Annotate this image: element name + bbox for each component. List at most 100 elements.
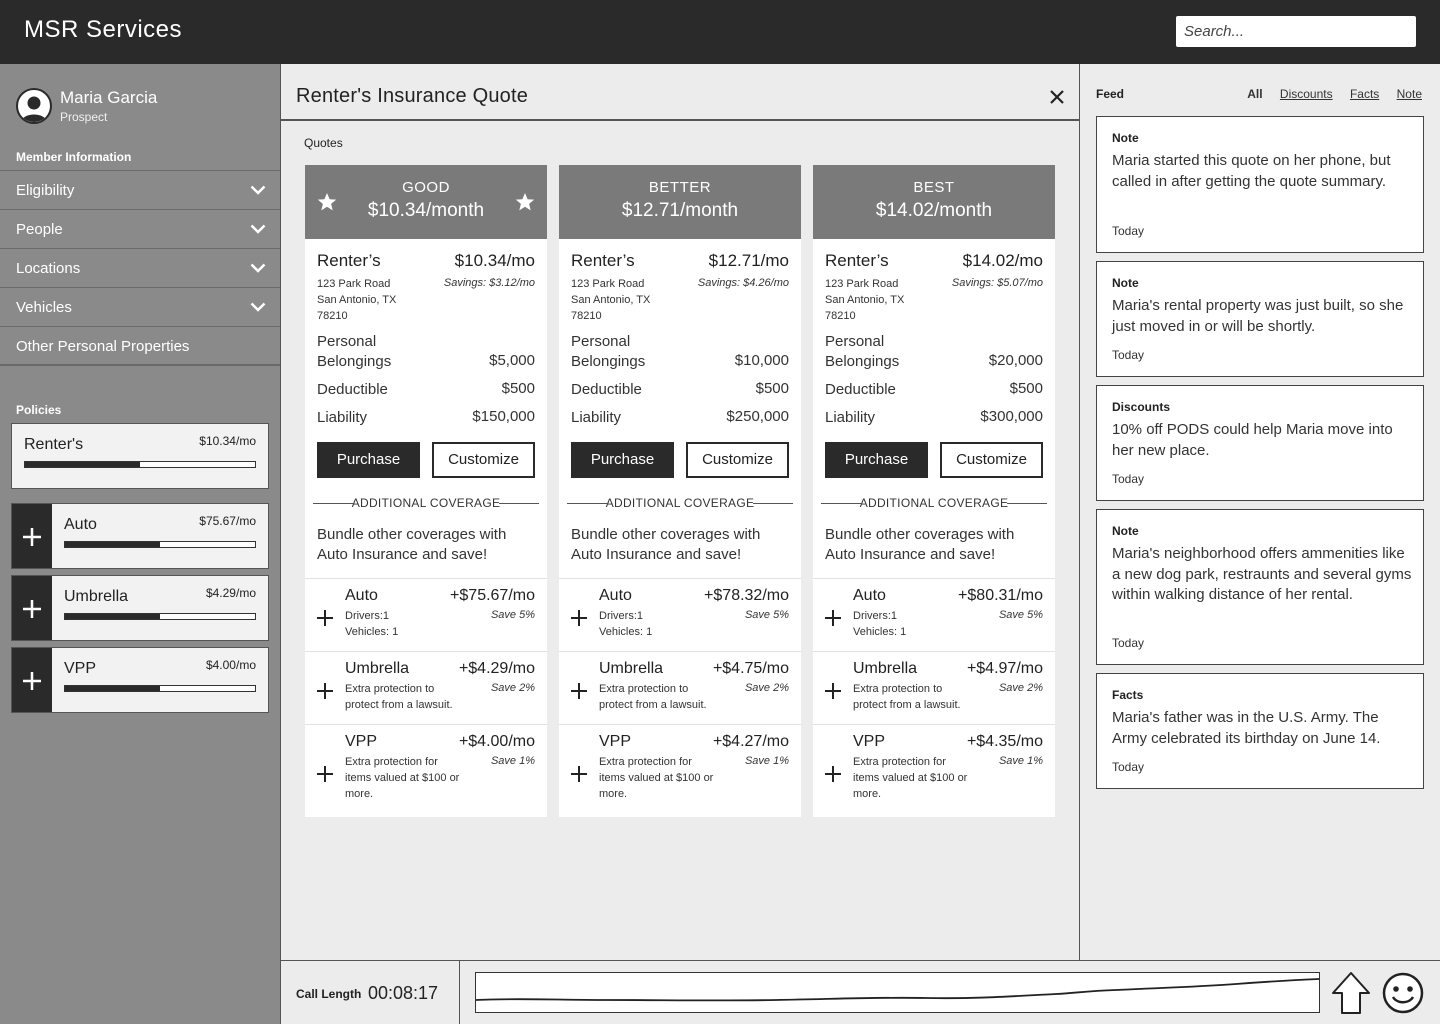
policy-name: Renter’s xyxy=(571,251,635,270)
savings-text: Savings: $4.26/mo xyxy=(697,277,789,289)
feed-item-type: Note xyxy=(1112,276,1139,290)
policy-progress-bar xyxy=(64,685,256,692)
coverage-auto[interactable]: Auto +$78.32/mo Drivers:1 Vehicles: 1 Save … xyxy=(559,578,801,651)
deductible-label: Deductible xyxy=(317,381,388,398)
coverage-vpp[interactable]: VPP +$4.35/mo Extra protection for items v… xyxy=(813,724,1055,817)
coverage-description: Extra protection to protect from a lawsu… xyxy=(345,683,453,711)
tab-note[interactable]: Note xyxy=(1397,87,1422,101)
sidebar-item-label: Locations xyxy=(16,260,81,277)
feed-item[interactable]: Facts Maria's father was in the U.S. Arm… xyxy=(1096,673,1424,789)
close-icon[interactable] xyxy=(1049,89,1065,105)
add-policy-button[interactable] xyxy=(12,576,52,640)
feed-item[interactable]: Note Maria's neighborhood offers ammenit… xyxy=(1096,509,1424,665)
bundle-text: Bundle other coverages with Auto Insuran… xyxy=(317,526,507,563)
feed-item-text: Maria started this quote on her phone, b… xyxy=(1112,152,1391,190)
coverage-name: Auto xyxy=(853,587,886,604)
policy-auto[interactable]: Auto $75.67/mo xyxy=(11,503,269,569)
add-policy-button[interactable] xyxy=(12,504,52,568)
quote-tier-price: $10.34/month xyxy=(367,200,485,221)
plus-icon[interactable] xyxy=(317,766,333,782)
policy-renters[interactable]: Renter's $10.34/mo xyxy=(11,423,269,489)
policies-heading: Policies xyxy=(16,403,62,417)
additional-coverage-heading: ADDITIONAL COVERAGE xyxy=(313,496,539,510)
policy-progress-bar xyxy=(24,461,256,468)
coverage-auto[interactable]: Auto +$80.31/mo Drivers:1 Vehicles: 1 Save … xyxy=(813,578,1055,651)
coverage-price: +$4.29/mo xyxy=(458,660,535,677)
belongings-value: $5,000 xyxy=(489,352,535,369)
quote-card-header: BETTER $12.71/month xyxy=(559,165,801,239)
plus-icon[interactable] xyxy=(825,766,841,782)
coverage-price: +$78.32/mo xyxy=(704,587,789,604)
customize-button[interactable]: Customize xyxy=(432,442,535,478)
feed-item[interactable]: Note Maria started this quote on her pho… xyxy=(1096,116,1424,253)
coverage-vpp[interactable]: VPP +$4.00/mo Extra protection for items v… xyxy=(305,724,547,817)
belongings-value: $10,000 xyxy=(734,352,789,369)
coverage-description: Drivers:1 Vehicles: 1 xyxy=(853,610,907,638)
coverage-name: VPP xyxy=(853,733,886,750)
feed-item-date: Today xyxy=(1112,472,1145,486)
coverage-umbrella[interactable]: Umbrella +$4.75/mo Extra protection to pro… xyxy=(559,651,801,724)
arrow-up-icon[interactable] xyxy=(1331,971,1371,1015)
search-input[interactable] xyxy=(1176,16,1416,47)
member-role: Prospect xyxy=(60,110,108,124)
sidebar-item-locations[interactable]: Locations xyxy=(0,248,280,288)
tab-discounts[interactable]: Discounts xyxy=(1280,87,1333,101)
sidebar-item-label: Other Personal Properties xyxy=(16,338,190,355)
plus-icon[interactable] xyxy=(317,683,333,699)
coverage-auto[interactable]: Auto +$75.67/mo Drivers:1 Vehicles: 1 Save … xyxy=(305,578,547,651)
tab-all[interactable]: All xyxy=(1247,87,1262,101)
plus-icon[interactable] xyxy=(825,683,841,699)
purchase-button[interactable]: Purchase xyxy=(571,442,674,478)
call-timer: 00:08:17 xyxy=(368,983,439,1003)
plus-icon[interactable] xyxy=(317,610,333,626)
liability-value: $150,000 xyxy=(472,408,535,425)
feed-item[interactable]: Note Maria's rental property was just bu… xyxy=(1096,261,1424,377)
feed-item[interactable]: Discounts 10% off PODS could help Maria … xyxy=(1096,385,1424,501)
policy-vpp[interactable]: VPP $4.00/mo xyxy=(11,647,269,713)
deductible-value: $500 xyxy=(1009,380,1043,397)
coverage-umbrella[interactable]: Umbrella +$4.29/mo Extra protection to pro… xyxy=(305,651,547,724)
plus-icon[interactable] xyxy=(571,683,587,699)
coverage-savings: Save 1% xyxy=(490,755,535,767)
feed-item-date: Today xyxy=(1112,636,1145,650)
sidebar-item-label: Eligibility xyxy=(16,182,75,199)
policy-name: Renter’s xyxy=(317,251,381,270)
policy-price: $4.00/mo xyxy=(205,658,256,672)
additional-coverage-heading: ADDITIONAL COVERAGE xyxy=(821,496,1047,510)
quote-header: Renter's Insurance Quote xyxy=(281,64,1080,121)
address-line: 78210 xyxy=(317,310,348,322)
smiley-face-icon[interactable] xyxy=(1382,972,1424,1014)
coverage-savings: Save 5% xyxy=(490,609,535,621)
customize-button[interactable]: Customize xyxy=(686,442,789,478)
member-name: Maria Garcia xyxy=(60,88,158,107)
coverage-vpp[interactable]: VPP +$4.27/mo Extra protection for items v… xyxy=(559,724,801,817)
feed-item-date: Today xyxy=(1112,760,1145,774)
sidebar-item-vehicles[interactable]: Vehicles xyxy=(0,287,280,327)
customize-button[interactable]: Customize xyxy=(940,442,1043,478)
sidebar-item-people[interactable]: People xyxy=(0,209,280,249)
coverage-name: VPP xyxy=(345,733,378,750)
plus-icon[interactable] xyxy=(825,610,841,626)
plus-icon[interactable] xyxy=(571,766,587,782)
coverage-umbrella[interactable]: Umbrella +$4.97/mo Extra protection to pro… xyxy=(813,651,1055,724)
feed-item-text: 10% off PODS could help Maria move into … xyxy=(1112,421,1393,459)
coverage-price: +$4.97/mo xyxy=(966,660,1043,677)
coverage-savings: Save 5% xyxy=(744,609,789,621)
chevron-down-icon xyxy=(250,302,266,312)
sidebar-item-eligibility[interactable]: Eligibility xyxy=(0,170,280,210)
quote-card-best: BEST $14.02/month Renter’s $14.02/mo 123 Par… xyxy=(813,165,1055,817)
plus-icon[interactable] xyxy=(571,610,587,626)
purchase-button[interactable]: Purchase xyxy=(317,442,420,478)
policy-name: Renter’s xyxy=(825,251,889,270)
purchase-button[interactable]: Purchase xyxy=(825,442,928,478)
plus-icon xyxy=(23,528,41,546)
sidebar-item-other-personal-properties[interactable]: Other Personal Properties xyxy=(0,326,280,366)
coverage-description: Extra protection for items valued at $10… xyxy=(345,756,460,800)
add-policy-button[interactable] xyxy=(12,648,52,712)
liability-label: Liability xyxy=(317,409,368,426)
quote-card-better: BETTER $12.71/month Renter’s $12.71/mo 123 P… xyxy=(559,165,801,817)
tab-facts[interactable]: Facts xyxy=(1350,87,1379,101)
policy-umbrella[interactable]: Umbrella $4.29/mo xyxy=(11,575,269,641)
quote-tier-price: $12.71/month xyxy=(621,200,739,221)
deductible-value: $500 xyxy=(501,380,535,397)
